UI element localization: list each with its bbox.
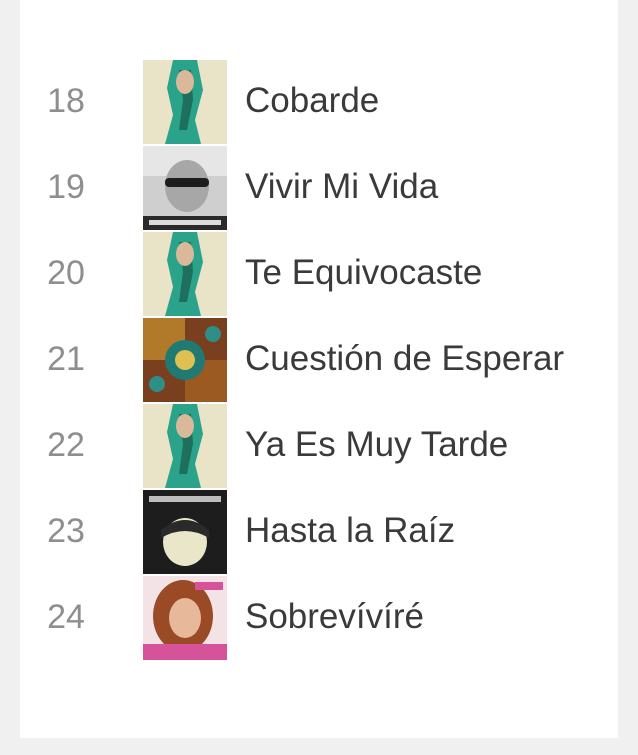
track-rank: 21 <box>47 340 85 378</box>
album-art <box>143 146 227 230</box>
track-row[interactable]: 20 Te Equivocaste <box>20 230 618 316</box>
track-title: Cobarde <box>245 81 380 120</box>
track-row[interactable]: 21 Cuestión de Esperar <box>20 316 618 402</box>
track-row[interactable]: 24 Sobrevívíré <box>20 574 618 660</box>
track-row[interactable]: 22 Ya Es Muy Tarde <box>20 402 618 488</box>
album-art <box>143 318 227 402</box>
track-rank: 24 <box>47 598 85 636</box>
track-title: Ya Es Muy Tarde <box>245 425 509 464</box>
track-row[interactable]: 18 Cobarde <box>20 58 618 144</box>
album-art <box>143 490 227 574</box>
track-list: 18 Cobarde 19 Vivir Mi Vida 20 Te Equivo… <box>20 0 618 738</box>
track-title: Sobrevívíré <box>245 597 424 636</box>
track-title: Cuestión de Esperar <box>245 339 565 378</box>
track-rank: 23 <box>47 512 85 550</box>
album-art <box>143 232 227 316</box>
track-title: Hasta la Raíz <box>245 511 456 550</box>
track-title: Te Equivocaste <box>245 253 483 292</box>
album-art <box>143 404 227 488</box>
album-art <box>143 576 227 660</box>
track-row[interactable]: 19 Vivir Mi Vida <box>20 144 618 230</box>
track-rank: 18 <box>47 82 85 120</box>
track-rank: 20 <box>47 254 85 292</box>
track-title: Vivir Mi Vida <box>245 167 439 206</box>
album-art <box>143 60 227 144</box>
track-rank: 22 <box>47 426 85 464</box>
track-row[interactable]: 23 Hasta la Raíz <box>20 488 618 574</box>
track-rank: 19 <box>47 168 85 206</box>
